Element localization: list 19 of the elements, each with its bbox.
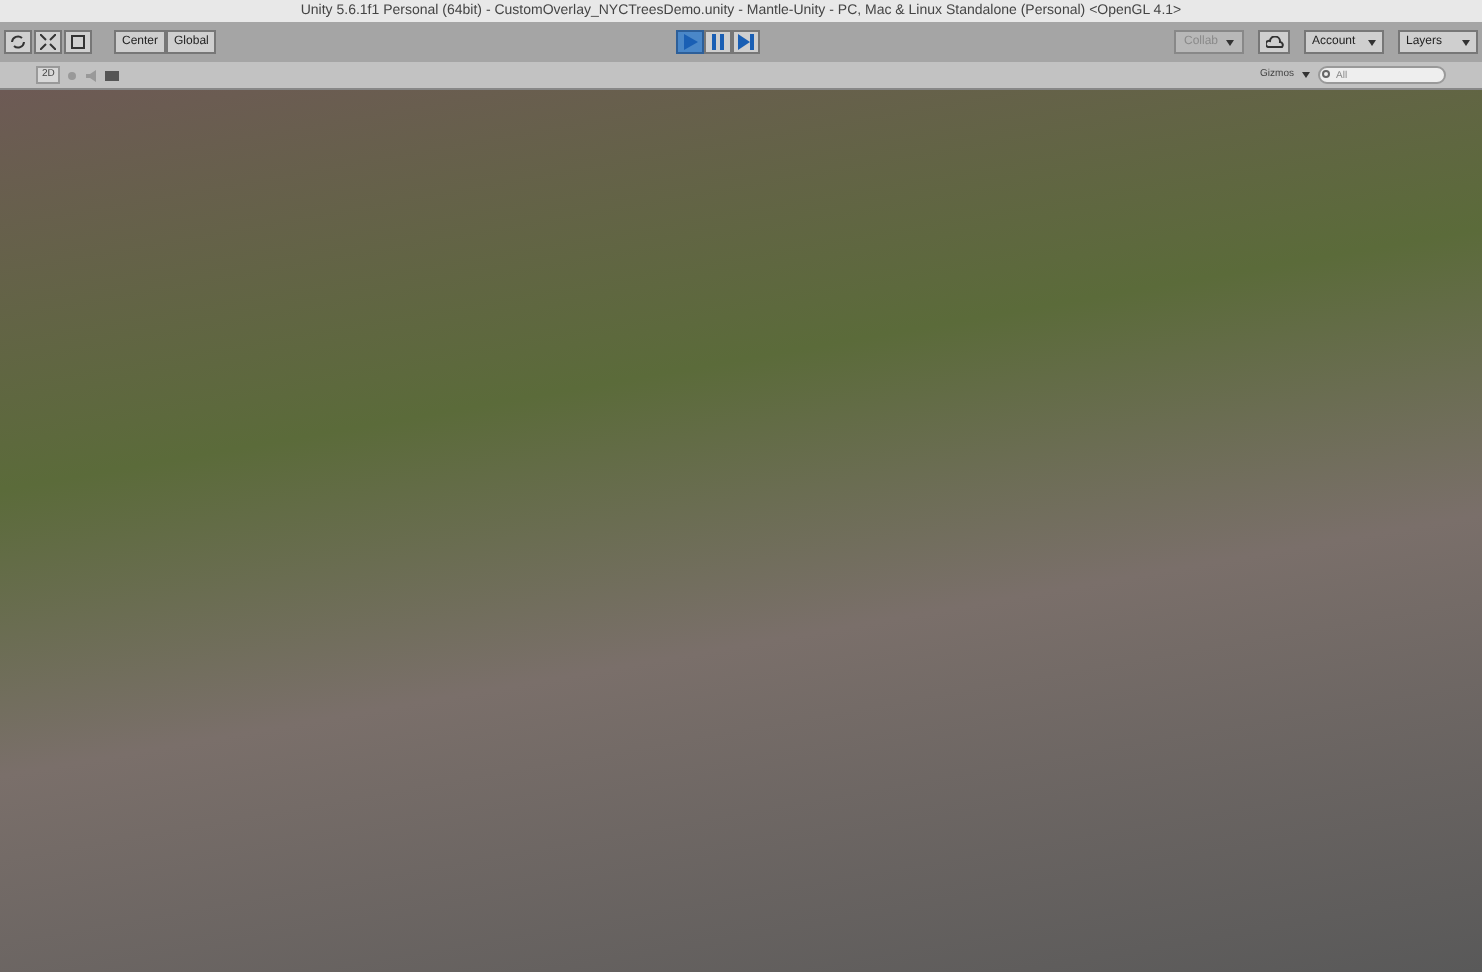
scale-icon: [40, 34, 56, 50]
caret-icon: [1462, 39, 1470, 45]
play-icon: [682, 34, 699, 50]
cloud-icon: [1265, 36, 1283, 48]
play-control-button[interactable]: [704, 30, 733, 54]
rotate-tool-button[interactable]: [4, 30, 32, 54]
scale-tool-button[interactable]: [34, 30, 62, 54]
pause-icon: [710, 34, 727, 50]
rect-tool-button[interactable]: [64, 30, 92, 54]
caret-icon: [1368, 39, 1376, 45]
step-icon: [738, 34, 755, 50]
caret-icon: [1226, 39, 1234, 45]
rotate-icon: [10, 34, 26, 50]
cloud-button[interactable]: [1258, 30, 1290, 54]
search-icon: [1322, 70, 1332, 80]
image-icon[interactable]: [104, 67, 121, 83]
play-control-button[interactable]: [732, 30, 761, 54]
caret-icon: [1302, 72, 1310, 78]
rect-icon: [70, 34, 86, 50]
